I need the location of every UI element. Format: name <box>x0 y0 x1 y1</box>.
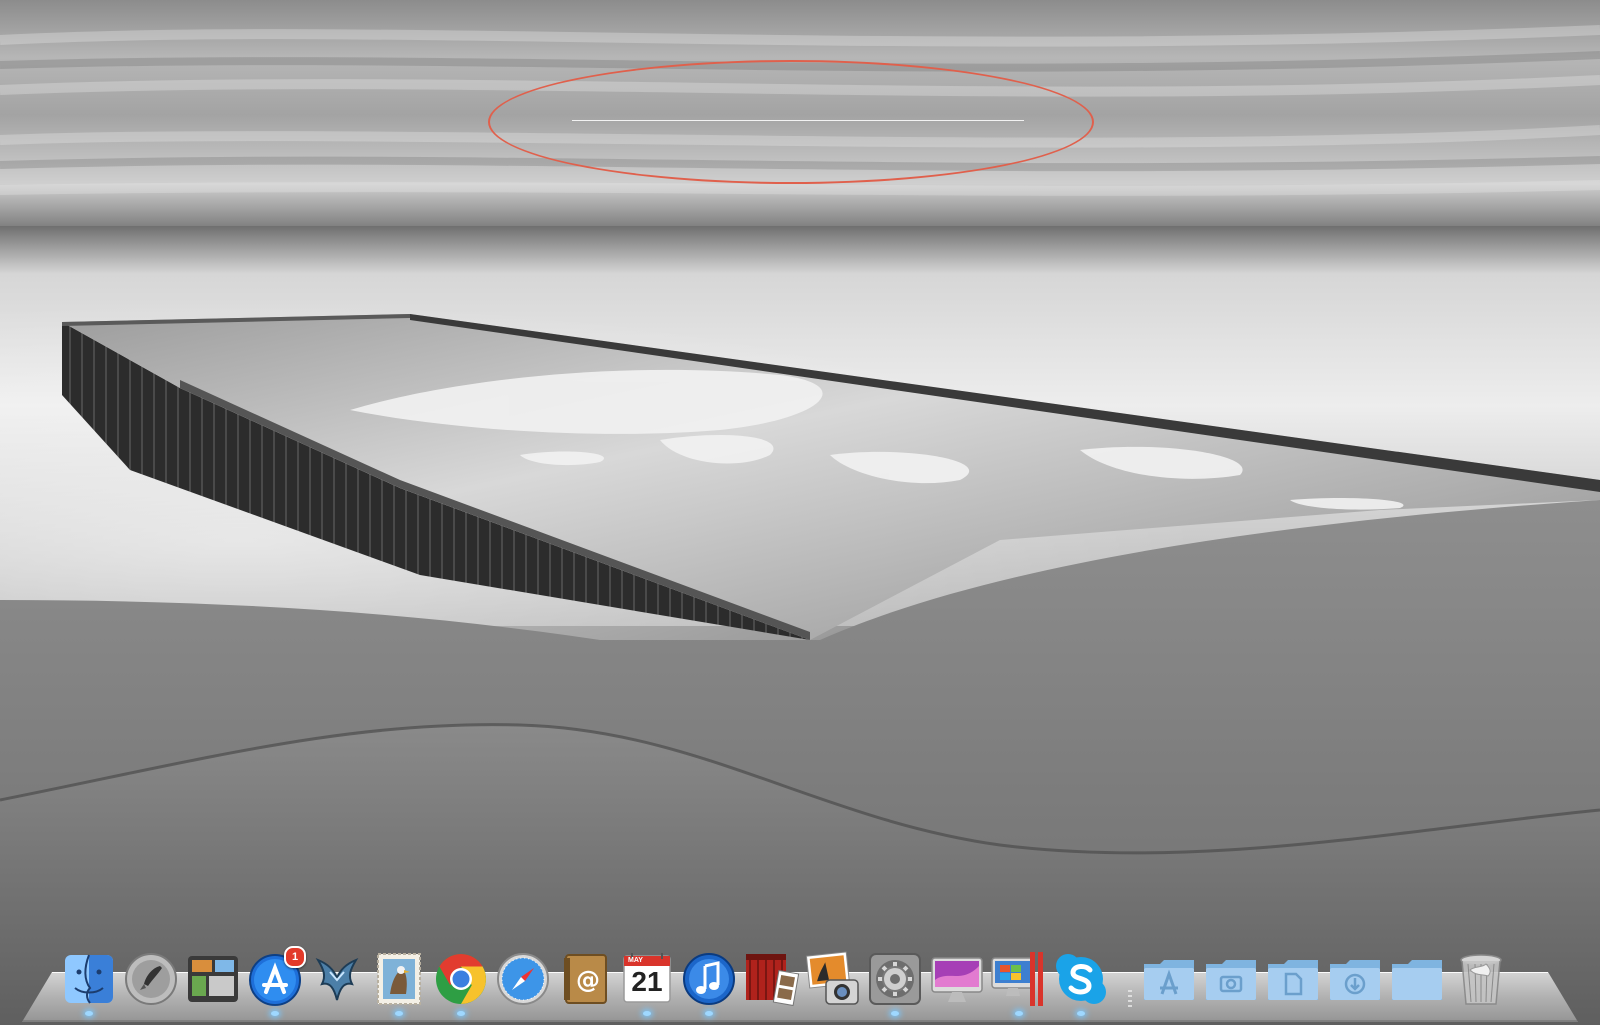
dock-item-photo-booth[interactable] <box>742 950 800 1008</box>
gear-icon <box>869 953 921 1005</box>
dock-item-chrome[interactable] <box>432 950 490 1016</box>
running-indicator <box>457 1011 465 1016</box>
dock-separator <box>1128 990 1132 1007</box>
menu-bar-remnant-line <box>572 120 1024 121</box>
dock-item-iphoto[interactable] <box>804 950 862 1008</box>
finder-icon <box>65 954 113 1004</box>
dock-stack-applications[interactable] <box>1140 950 1198 1008</box>
dock-item-app-store[interactable]: 1 <box>246 946 306 1016</box>
trash-icon <box>1460 954 1502 1005</box>
running-indicator <box>891 1011 899 1016</box>
pictures-folder-icon <box>1206 960 1256 1000</box>
dock-item-starcraft[interactable] <box>308 950 366 1008</box>
starcraft-icon <box>315 957 359 1001</box>
photo-booth-icon <box>746 954 800 1007</box>
safari-compass-icon <box>497 953 549 1005</box>
dock-item-trash[interactable] <box>1452 950 1510 1008</box>
running-indicator <box>643 1011 651 1016</box>
running-indicator <box>85 1011 93 1016</box>
dock-item-itunes[interactable] <box>680 950 738 1016</box>
running-indicator <box>1015 1011 1023 1016</box>
calendar-day: 21 <box>631 966 663 997</box>
dock-item-safari[interactable] <box>494 950 552 1008</box>
dock-item-imac[interactable] <box>928 950 986 1008</box>
dock-item-mission-control[interactable] <box>184 950 242 1008</box>
dock-item-mail[interactable] <box>370 950 428 1016</box>
notification-badge: 1 <box>284 946 306 968</box>
dock-item-skype[interactable] <box>1052 950 1110 1016</box>
imac-icon <box>931 957 983 1002</box>
desktop[interactable]: 1 @ MAY 21 <box>0 0 1600 1025</box>
address-book-icon: @ <box>564 954 607 1004</box>
skype-icon <box>1056 954 1106 1004</box>
launchpad-rocket-icon <box>125 953 177 1005</box>
downloads-folder-icon <box>1330 960 1380 1000</box>
running-indicator <box>1077 1011 1085 1016</box>
folder-icon <box>1392 960 1442 1000</box>
dock-item-system-preferences[interactable] <box>866 950 924 1016</box>
dock-item-parallels[interactable] <box>990 950 1048 1016</box>
parallels-icon <box>991 952 1043 1006</box>
dock-item-address-book[interactable]: @ <box>556 950 614 1008</box>
applications-folder-icon <box>1144 960 1194 1000</box>
running-indicator <box>705 1011 713 1016</box>
highlight-ellipse <box>488 60 1094 184</box>
running-indicator <box>271 1011 279 1016</box>
iphoto-icon <box>805 951 859 1005</box>
dock: 1 @ MAY 21 <box>60 946 1510 1016</box>
dock-item-finder[interactable] <box>60 950 118 1016</box>
running-indicator <box>395 1011 403 1016</box>
dock-stack-pictures[interactable] <box>1202 950 1260 1008</box>
mail-stamp-icon <box>377 953 421 1005</box>
dock-item-launchpad[interactable] <box>122 950 180 1008</box>
chrome-icon <box>436 954 486 1004</box>
dock-stack-folder[interactable] <box>1388 950 1446 1008</box>
itunes-note-icon <box>683 953 735 1005</box>
svg-text:@: @ <box>576 966 600 994</box>
dock-stack-downloads[interactable] <box>1326 950 1384 1008</box>
dock-stack-documents[interactable] <box>1264 950 1322 1008</box>
calendar-month: MAY <box>628 957 643 964</box>
mission-control-icon <box>188 956 238 1002</box>
documents-folder-icon <box>1268 960 1318 1000</box>
dock-item-calendar[interactable]: MAY 21 <box>618 950 676 1016</box>
